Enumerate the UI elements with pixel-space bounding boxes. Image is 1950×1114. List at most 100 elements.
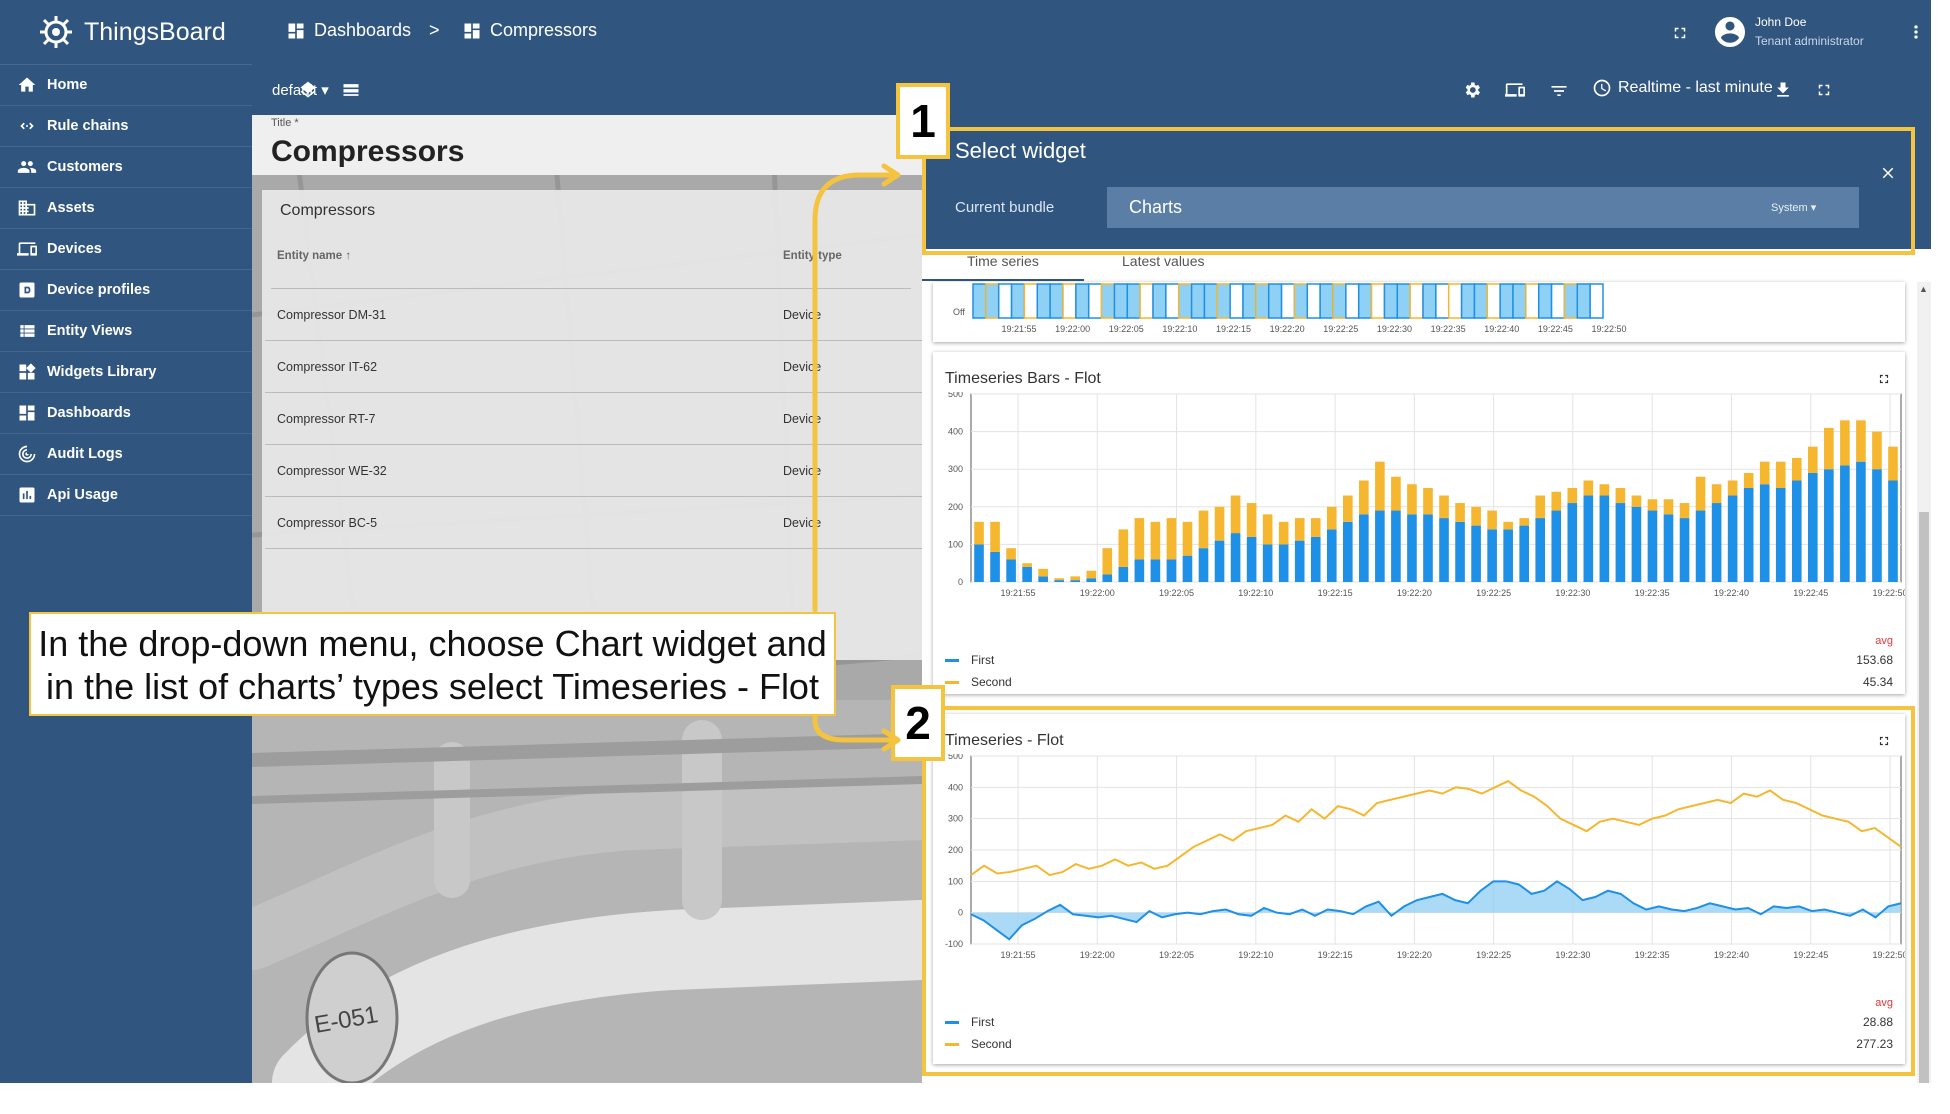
state-chart: Off 19:21:55 19:22:00 19:22:05 19:22:10 19:22…: [953, 283, 1627, 334]
panel-scrollbar[interactable]: ▲: [1917, 282, 1931, 1083]
more-vert-icon[interactable]: [1906, 22, 1926, 42]
fullscreen-icon[interactable]: [1815, 81, 1833, 99]
sidebar-item-audit-logs[interactable]: Audit Logs: [0, 434, 252, 475]
state-bar: [1460, 283, 1476, 319]
layers-icon[interactable]: [298, 80, 318, 100]
settings-icon[interactable]: [1462, 80, 1482, 100]
x-tick-label: 19:22:10: [1238, 588, 1273, 598]
bar-second: [1246, 503, 1257, 537]
x-tick-label: 19:22:15: [1216, 324, 1251, 334]
bar-second: [1166, 518, 1177, 560]
entity-views-icon: [20, 325, 35, 337]
state-chart-widget-card[interactable]: Off 19:21:55 19:22:00 19:22:05 19:22:10 19:22…: [933, 282, 1905, 342]
legend-item-first[interactable]: First: [945, 653, 994, 667]
fullscreen-icon[interactable]: [1877, 372, 1891, 386]
state-bar: [1345, 283, 1360, 319]
x-tick-label: 19:22:15: [1318, 588, 1353, 598]
layout-icon[interactable]: [341, 80, 361, 100]
dashboard-title[interactable]: Compressors: [271, 135, 464, 169]
bar-second: [1888, 446, 1898, 481]
sidebar-item-dashboards[interactable]: Dashboards: [0, 393, 252, 434]
state-bar: [1370, 283, 1386, 319]
bar-second: [1551, 491, 1562, 511]
api-usage-icon: [19, 487, 35, 503]
devices-layout-icon[interactable]: [1504, 80, 1526, 100]
sidebar-item-customers[interactable]: Customers: [0, 147, 252, 188]
bar-first: [1583, 495, 1594, 582]
column-header-entity-name[interactable]: Entity name ↑: [277, 250, 351, 262]
dropdown-arrow-icon: ▾: [321, 82, 329, 99]
thingsboard-logo-icon: [40, 16, 72, 48]
fullscreen-icon[interactable]: [1671, 24, 1689, 42]
bar-first: [1695, 510, 1706, 582]
cell-entity-name: Compressor IT-62: [277, 360, 378, 374]
bar-first: [1711, 503, 1722, 582]
bar-second: [1150, 521, 1161, 560]
download-icon[interactable]: [1773, 80, 1793, 100]
bar-second: [1840, 420, 1850, 466]
state-bar: [1190, 283, 1206, 319]
dashboards-icon: [19, 405, 35, 421]
state-bar: [997, 283, 1013, 319]
sidebar-item-api-usage[interactable]: Api Usage: [0, 475, 252, 516]
bar-second: [1182, 521, 1193, 556]
state-bar: [1075, 283, 1090, 319]
bar-second: [1070, 576, 1081, 581]
bar-second: [990, 521, 1000, 552]
bar-first: [1471, 525, 1481, 582]
sidebar-item-assets[interactable]: Assets: [0, 188, 252, 229]
state-bar: [1383, 283, 1399, 319]
scroll-up-icon[interactable]: ▲: [1919, 284, 1928, 294]
app-logo[interactable]: ThingsBoard: [36, 12, 226, 52]
x-tick-label: 19:22:25: [1323, 324, 1358, 334]
bar-second: [1615, 488, 1626, 504]
sidebar-item-devices[interactable]: Devices: [0, 229, 252, 270]
state-bar: [1473, 283, 1489, 319]
tab-time-series[interactable]: Time series: [967, 253, 1039, 269]
bar-second: [1391, 476, 1401, 511]
bar-second: [1230, 495, 1241, 534]
x-tick-label: 19:22:50: [1872, 588, 1905, 598]
account-circle-icon[interactable]: [1712, 14, 1748, 50]
bar-second: [1631, 495, 1642, 507]
bar-first: [1086, 578, 1097, 582]
x-tick-label: 19:22:35: [1431, 324, 1466, 334]
bar-first: [1118, 566, 1129, 582]
sidebar-item-rule-chains[interactable]: Rule chains: [0, 106, 252, 147]
breadcrumb-separator: >: [429, 20, 440, 40]
filter-icon[interactable]: [1549, 81, 1569, 101]
bar-second: [1102, 548, 1113, 575]
state-bar: [1087, 283, 1103, 319]
y-tick-label: 500: [948, 392, 963, 399]
sidebar-item-widgets-library[interactable]: Widgets Library: [0, 352, 252, 393]
bar-first: [1278, 544, 1289, 582]
tab-latest-values[interactable]: Latest values: [1122, 253, 1205, 269]
timewindow-button[interactable]: Realtime - last minute: [1592, 78, 1773, 98]
timeseries-bars-widget-card[interactable]: Timeseries Bars - Flot 500 400 300 200 100 0 1…: [933, 352, 1905, 694]
breadcrumb-dashboards[interactable]: Dashboards: [286, 20, 411, 41]
sidebar-item-home[interactable]: Home: [0, 65, 252, 106]
state-bar: [972, 283, 987, 319]
bar-first: [1310, 536, 1321, 582]
state-bar: [1113, 283, 1129, 319]
sidebar: ThingsBoard Home Rule chains Customers Asse…: [0, 0, 252, 1083]
sidebar-item-label: Entity Views: [47, 323, 133, 339]
scrollbar-thumb[interactable]: [1919, 512, 1929, 1083]
state-bar: [1049, 283, 1064, 319]
bar-second: [1856, 420, 1866, 462]
bar-second: [1326, 506, 1337, 530]
x-tick-label: 19:22:30: [1377, 324, 1412, 334]
bar-first: [1551, 510, 1562, 582]
bar-first: [1679, 518, 1690, 582]
bar-second: [1118, 529, 1129, 567]
sidebar-item-device-profiles[interactable]: Device profiles: [0, 270, 252, 311]
sidebar-item-entity-views[interactable]: Entity Views: [0, 311, 252, 352]
sidebar-item-label: Devices: [47, 241, 102, 257]
state-bar: [1036, 283, 1051, 319]
bar-second: [1278, 521, 1289, 545]
breadcrumb-compressors[interactable]: Compressors: [462, 20, 597, 41]
x-tick-label: 19:21:55: [1001, 324, 1036, 334]
x-tick-label: 19:22:25: [1476, 588, 1511, 598]
bar-second: [1054, 578, 1064, 581]
legend-item-second[interactable]: Second: [945, 675, 1012, 689]
